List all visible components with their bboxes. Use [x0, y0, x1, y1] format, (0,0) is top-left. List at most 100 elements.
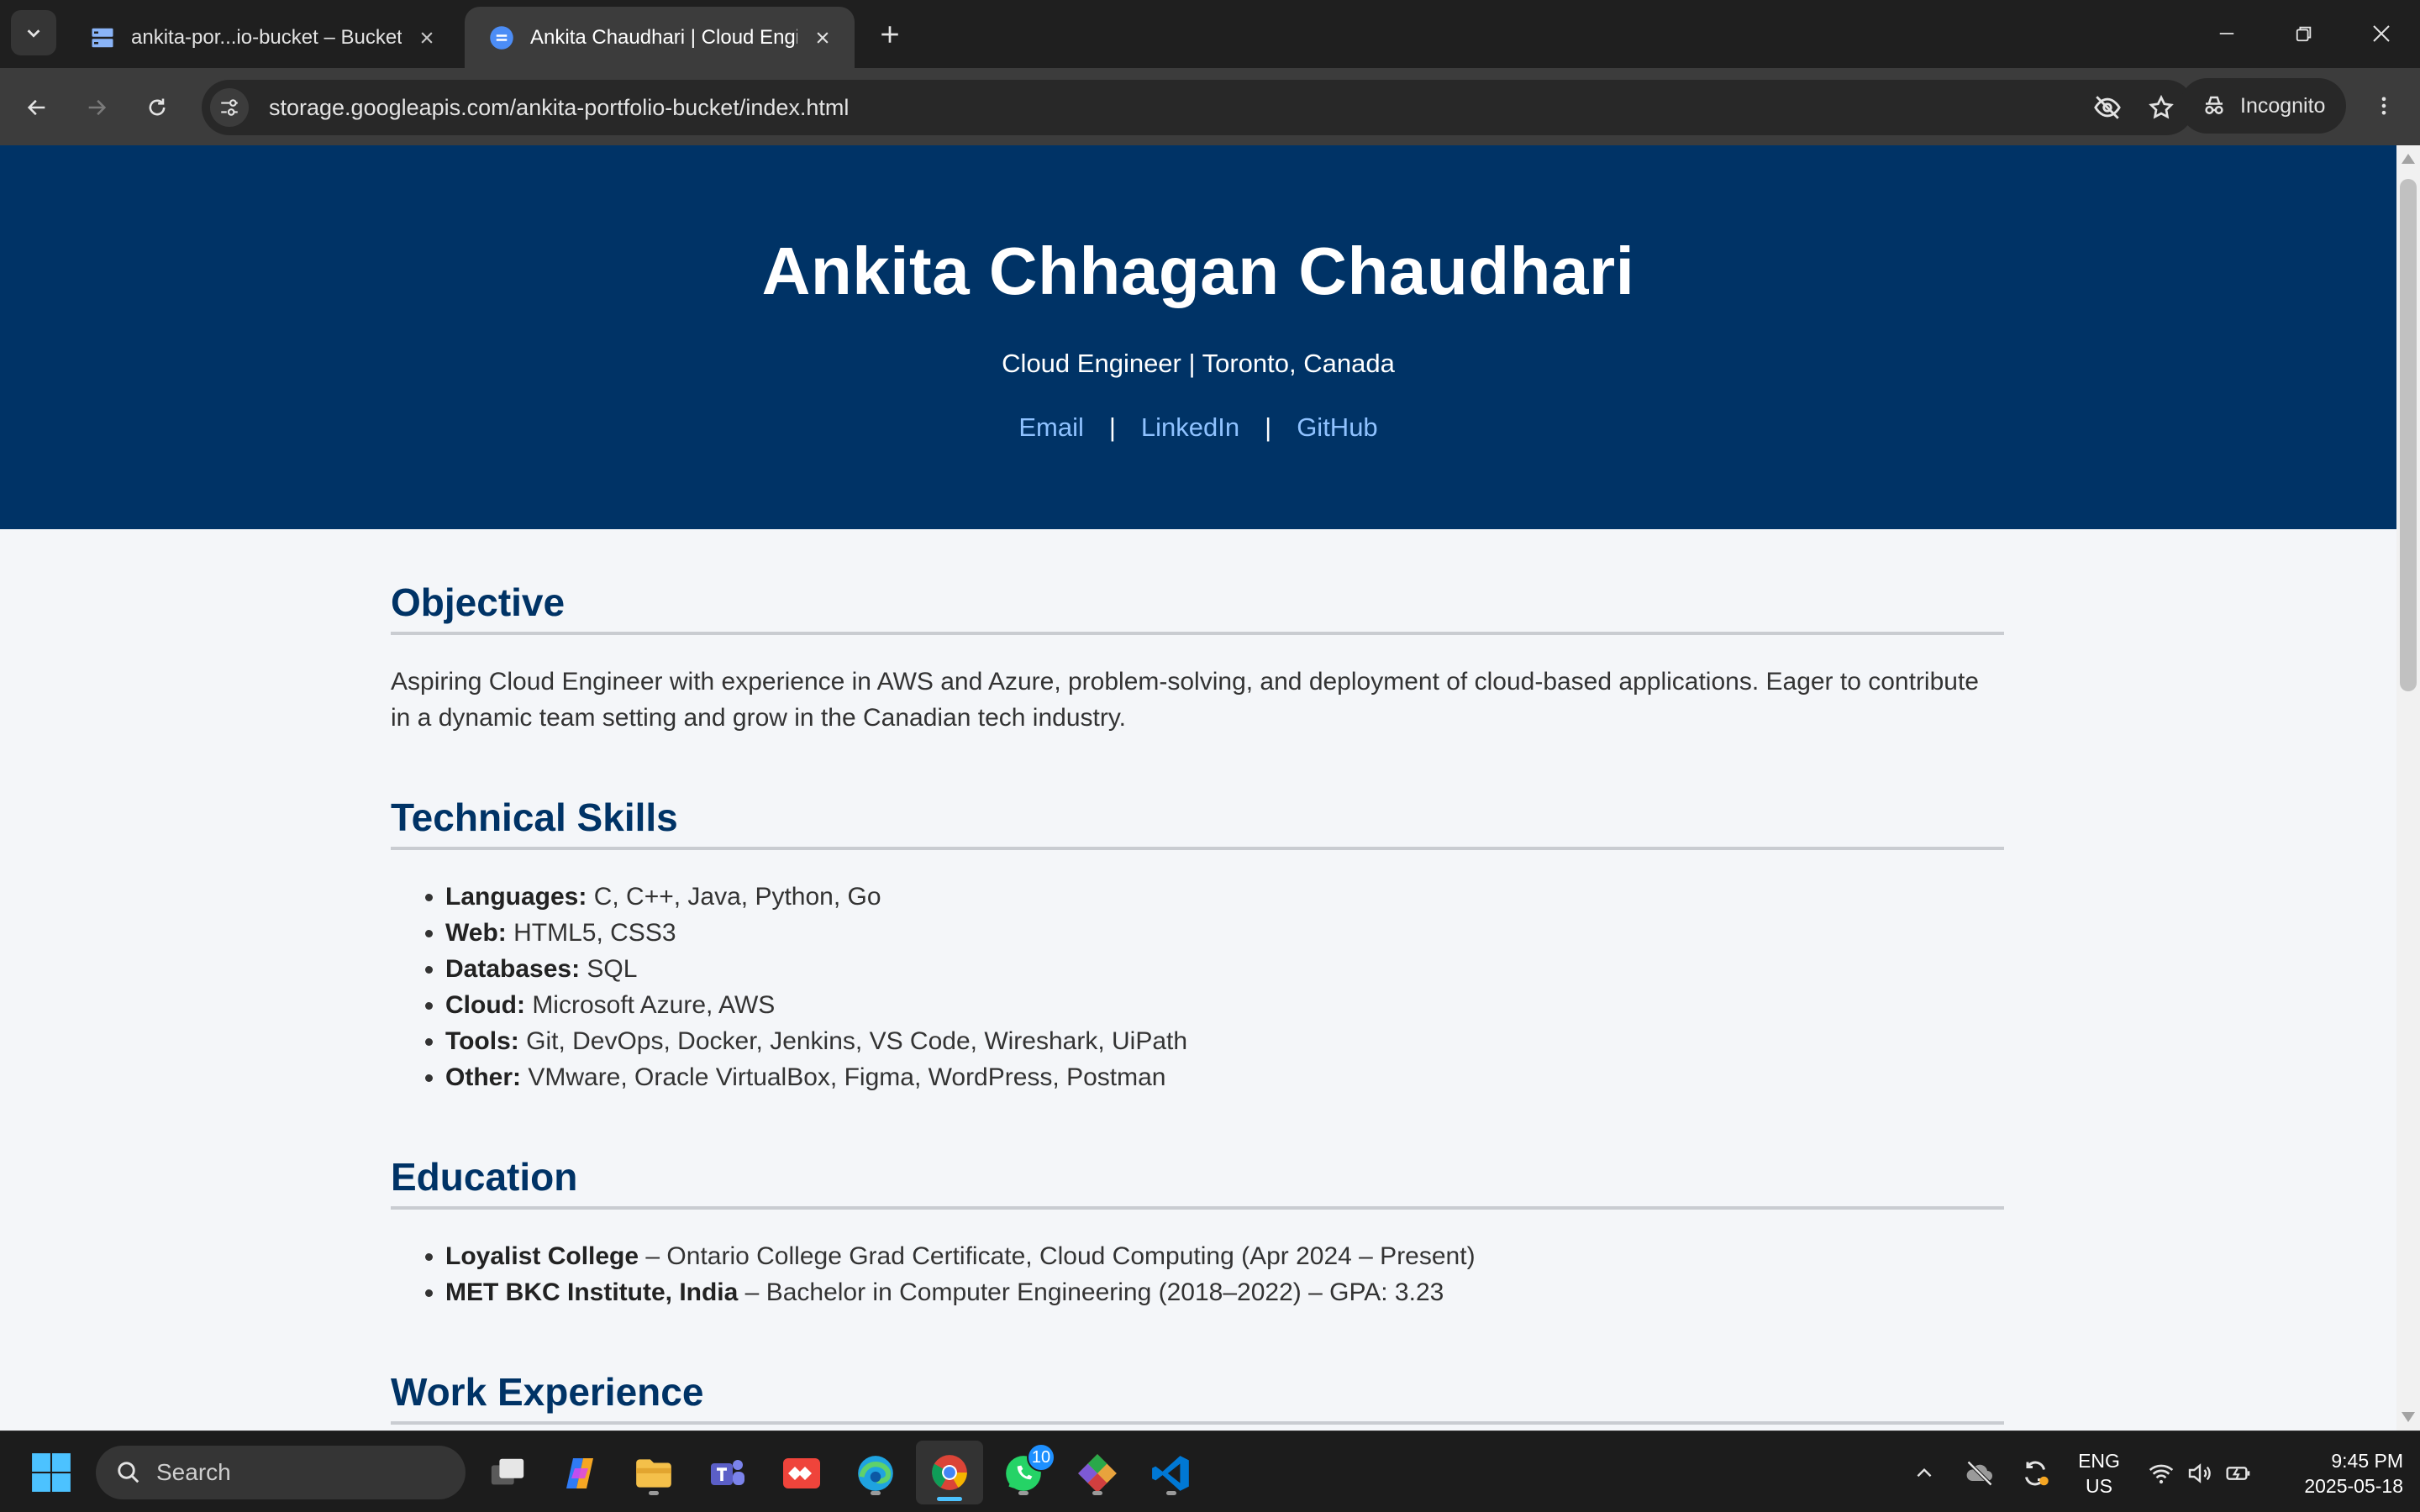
- folder-icon: [636, 1459, 671, 1488]
- chrome-button[interactable]: [916, 1441, 983, 1504]
- running-indicator: [1092, 1491, 1102, 1495]
- linkedin-link[interactable]: LinkedIn: [1141, 412, 1239, 443]
- whatsapp-button[interactable]: 10: [998, 1443, 1055, 1499]
- sync-status-button[interactable]: [2018, 1457, 2052, 1490]
- contact-links: Email | LinkedIn | GitHub: [0, 412, 2396, 443]
- tune-icon: [221, 99, 238, 116]
- skills-heading: Technical Skills: [391, 795, 2004, 850]
- tab-bucket[interactable]: ankita-por...io-bucket – Bucket: [66, 7, 459, 68]
- skills-list: Languages: C, C++, Java, Python, Go Web:…: [391, 879, 2004, 1095]
- clock-date: 2025-05-18: [2304, 1475, 2403, 1497]
- chevron-down-icon: [27, 29, 40, 38]
- notification-badge: 10: [1027, 1443, 1055, 1472]
- start-button[interactable]: [30, 1452, 72, 1494]
- battery-button[interactable]: [2222, 1457, 2255, 1490]
- skill-item: Languages: C, C++, Java, Python, Go: [445, 879, 2004, 915]
- tab-strip: ankita-por...io-bucket – Bucket Ankita C…: [0, 0, 2420, 68]
- wifi-button[interactable]: [2144, 1457, 2178, 1490]
- browser-toolbar: storage.googleapis.com/ankita-portfolio-…: [0, 68, 2420, 145]
- incognito-icon: [2205, 96, 2223, 114]
- cloud-off-icon: [1966, 1460, 1993, 1487]
- link-separator: |: [1265, 412, 1272, 442]
- email-link[interactable]: Email: [1018, 412, 1084, 443]
- copilot-button[interactable]: [555, 1448, 605, 1499]
- education-item: MET BKC Institute, India – Bachelor in C…: [445, 1274, 2004, 1310]
- scroll-down-arrow-icon[interactable]: [2402, 1412, 2415, 1422]
- running-indicator: [1166, 1491, 1176, 1495]
- browser-menu-button[interactable]: [2363, 85, 2405, 127]
- edge-icon: [858, 1456, 893, 1491]
- arrow-right-icon: [88, 99, 107, 116]
- minimize-button[interactable]: [2202, 12, 2252, 55]
- tab-portfolio[interactable]: Ankita Chaudhari | Cloud Engine: [465, 7, 855, 68]
- onedrive-button[interactable]: [1963, 1457, 1996, 1490]
- star-icon: [2149, 94, 2174, 119]
- tab-search-button[interactable]: [11, 10, 56, 55]
- scroll-up-arrow-icon[interactable]: [2402, 154, 2415, 164]
- chevron-up-icon: [1917, 1467, 1932, 1478]
- tracking-protection-button[interactable]: [2086, 87, 2128, 129]
- edge-button[interactable]: [850, 1448, 901, 1499]
- work-heading: Work Experience: [391, 1369, 2004, 1425]
- chrome-icon: [932, 1455, 967, 1490]
- objective-heading: Objective: [391, 580, 2004, 635]
- search-label: Search: [156, 1459, 231, 1485]
- git-button[interactable]: [1072, 1448, 1123, 1499]
- close-tab-icon[interactable]: [412, 23, 442, 53]
- restore-button[interactable]: [2279, 12, 2329, 55]
- running-indicator: [1018, 1491, 1028, 1495]
- incognito-label: Incognito: [2240, 93, 2326, 118]
- page-scrollbar[interactable]: [2396, 145, 2420, 1431]
- anydesk-icon: [783, 1458, 820, 1488]
- volume-button[interactable]: [2183, 1457, 2217, 1490]
- new-tab-button[interactable]: [871, 15, 909, 54]
- education-heading: Education: [391, 1154, 2004, 1210]
- education-section: Education Loyalist College – Ontario Col…: [391, 1154, 2004, 1310]
- storage-bucket-icon: [89, 24, 116, 51]
- task-view-icon: [491, 1458, 524, 1485]
- page-subtitle: Cloud Engineer | Toronto, Canada: [1002, 349, 1395, 378]
- file-explorer-button[interactable]: [629, 1448, 679, 1499]
- windows-logo-icon: [32, 1453, 71, 1492]
- scroll-thumb[interactable]: [2400, 179, 2417, 691]
- close-window-button[interactable]: [2356, 12, 2407, 55]
- copilot-icon: [566, 1458, 593, 1488]
- anydesk-button[interactable]: [776, 1448, 827, 1499]
- incognito-indicator[interactable]: Incognito: [2180, 78, 2346, 134]
- restore-icon: [2296, 26, 2312, 42]
- skill-item: Databases: SQL: [445, 951, 2004, 987]
- taskbar-search[interactable]: Search: [96, 1446, 466, 1499]
- clock-time: 9:45 PM: [2331, 1450, 2403, 1472]
- skill-item: Other: VMware, Oracle VirtualBox, Figma,…: [445, 1059, 2004, 1095]
- close-tab-icon[interactable]: [808, 23, 838, 53]
- teams-icon: [711, 1460, 744, 1485]
- reload-button[interactable]: [136, 87, 178, 129]
- bookmark-button[interactable]: [2140, 87, 2182, 129]
- tab-title: ankita-por...io-bucket – Bucket: [131, 25, 402, 49]
- git-icon: [1078, 1454, 1117, 1493]
- speaker-icon: [2188, 1463, 2211, 1483]
- sync-icon: [2025, 1461, 2049, 1486]
- url-text[interactable]: storage.googleapis.com/ankita-portfolio-…: [269, 95, 2086, 121]
- show-hidden-icons-button[interactable]: [1907, 1457, 1941, 1490]
- address-bar[interactable]: storage.googleapis.com/ankita-portfolio-…: [202, 80, 2194, 135]
- teams-button[interactable]: [702, 1448, 753, 1499]
- education-list: Loyalist College – Ontario College Grad …: [391, 1238, 2004, 1310]
- objective-text: Aspiring Cloud Engineer with experience …: [391, 668, 1979, 732]
- objective-section: Objective Aspiring Cloud Engineer with e…: [391, 580, 2004, 736]
- plus-icon: [881, 26, 898, 43]
- site-info-button[interactable]: [210, 88, 249, 127]
- eye-off-icon: [2094, 96, 2121, 119]
- system-clock[interactable]: 9:45 PM 2025-05-18: [2269, 1448, 2403, 1499]
- vscode-icon: [1152, 1456, 1189, 1491]
- link-separator: |: [1108, 412, 1116, 442]
- active-indicator: [937, 1497, 962, 1501]
- page-viewport: Ankita Chhagan Chaudhari Cloud Engineer …: [0, 145, 2420, 1431]
- language-code: ENG: [2078, 1450, 2120, 1472]
- input-language-indicator[interactable]: ENG US: [2075, 1448, 2123, 1499]
- github-link[interactable]: GitHub: [1297, 412, 1377, 443]
- forward-button[interactable]: [76, 87, 118, 129]
- task-view-button[interactable]: [482, 1448, 533, 1499]
- back-button[interactable]: [16, 87, 58, 129]
- vscode-button[interactable]: [1146, 1448, 1197, 1499]
